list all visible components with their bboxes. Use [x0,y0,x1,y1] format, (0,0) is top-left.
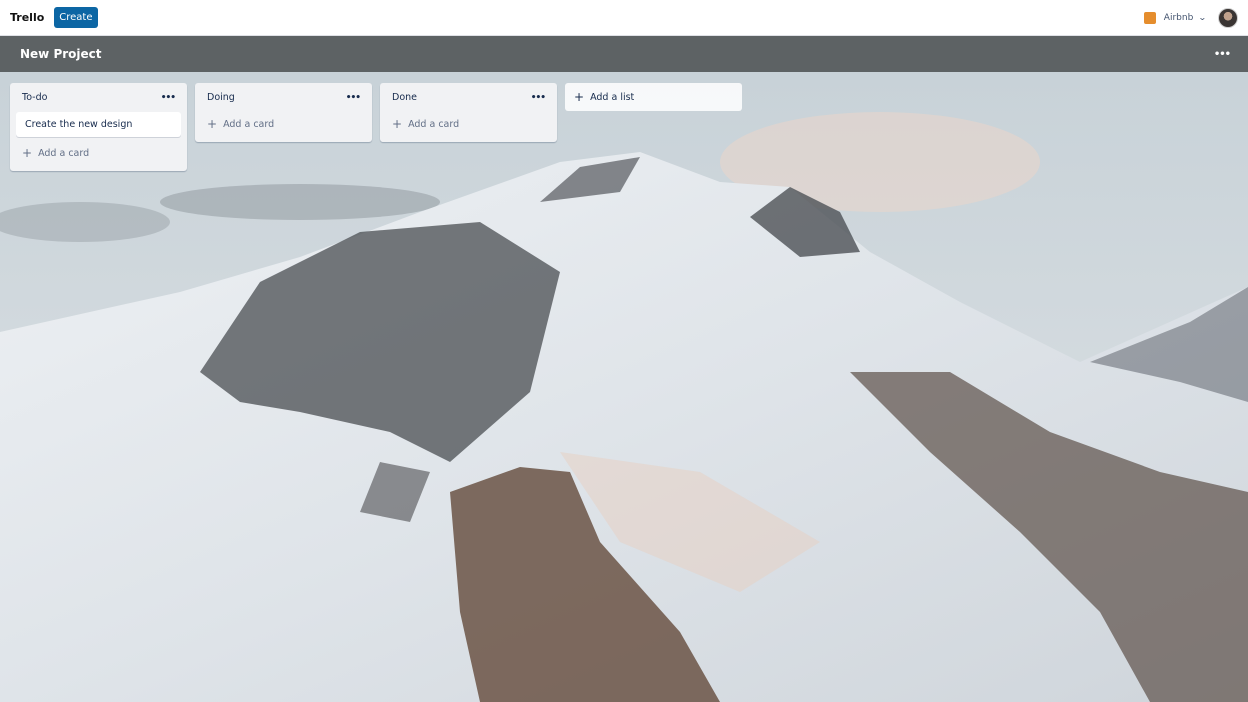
list-doing[interactable]: Doing ••• + Add a card [195,83,372,142]
add-card-button[interactable]: + Add a card [16,141,181,165]
list-menu-icon[interactable]: ••• [161,93,176,103]
add-list-button[interactable]: + Add a list [565,83,742,111]
add-card-label: Add a card [408,118,460,130]
add-card-button[interactable]: + Add a card [201,112,366,136]
workspace-switcher[interactable]: Airbnb ⌄ [1143,7,1238,28]
add-list-label: Add a list [590,91,635,103]
add-card-label: Add a card [223,118,275,130]
plus-icon: + [574,90,585,104]
list-title[interactable]: To-do [22,92,47,103]
avatar[interactable] [1218,7,1238,28]
list-done[interactable]: Done ••• + Add a card [380,83,557,142]
add-card-button[interactable]: + Add a card [386,112,551,136]
trello-logo[interactable]: Trello [10,11,44,24]
list-title[interactable]: Doing [207,92,235,103]
list-header: Done ••• [386,83,551,112]
chevron-down-icon: ⌄ [1198,13,1208,22]
create-button[interactable]: Create [54,7,98,28]
plus-icon: + [392,117,403,131]
workspace-name: Airbnb [1163,12,1194,23]
board-lists: To-do ••• Create the new design + Add a … [10,83,742,171]
list-header: To-do ••• [16,83,181,112]
plus-icon: + [207,117,218,131]
list-title[interactable]: Done [392,92,417,103]
list-header: Doing ••• [201,83,366,112]
board-title[interactable]: New Project [20,47,102,61]
board-header: New Project ••• [0,36,1248,72]
top-navigation-bar: Trello Create Airbnb ⌄ [0,0,1248,36]
list-menu-icon[interactable]: ••• [531,93,546,103]
list-to-do[interactable]: To-do ••• Create the new design + Add a … [10,83,187,171]
card[interactable]: Create the new design [16,112,181,137]
board-menu-icon[interactable]: ••• [1214,49,1231,60]
plus-icon: + [22,146,33,160]
workspace-icon [1143,11,1156,24]
add-card-label: Add a card [38,147,90,159]
list-menu-icon[interactable]: ••• [346,93,361,103]
